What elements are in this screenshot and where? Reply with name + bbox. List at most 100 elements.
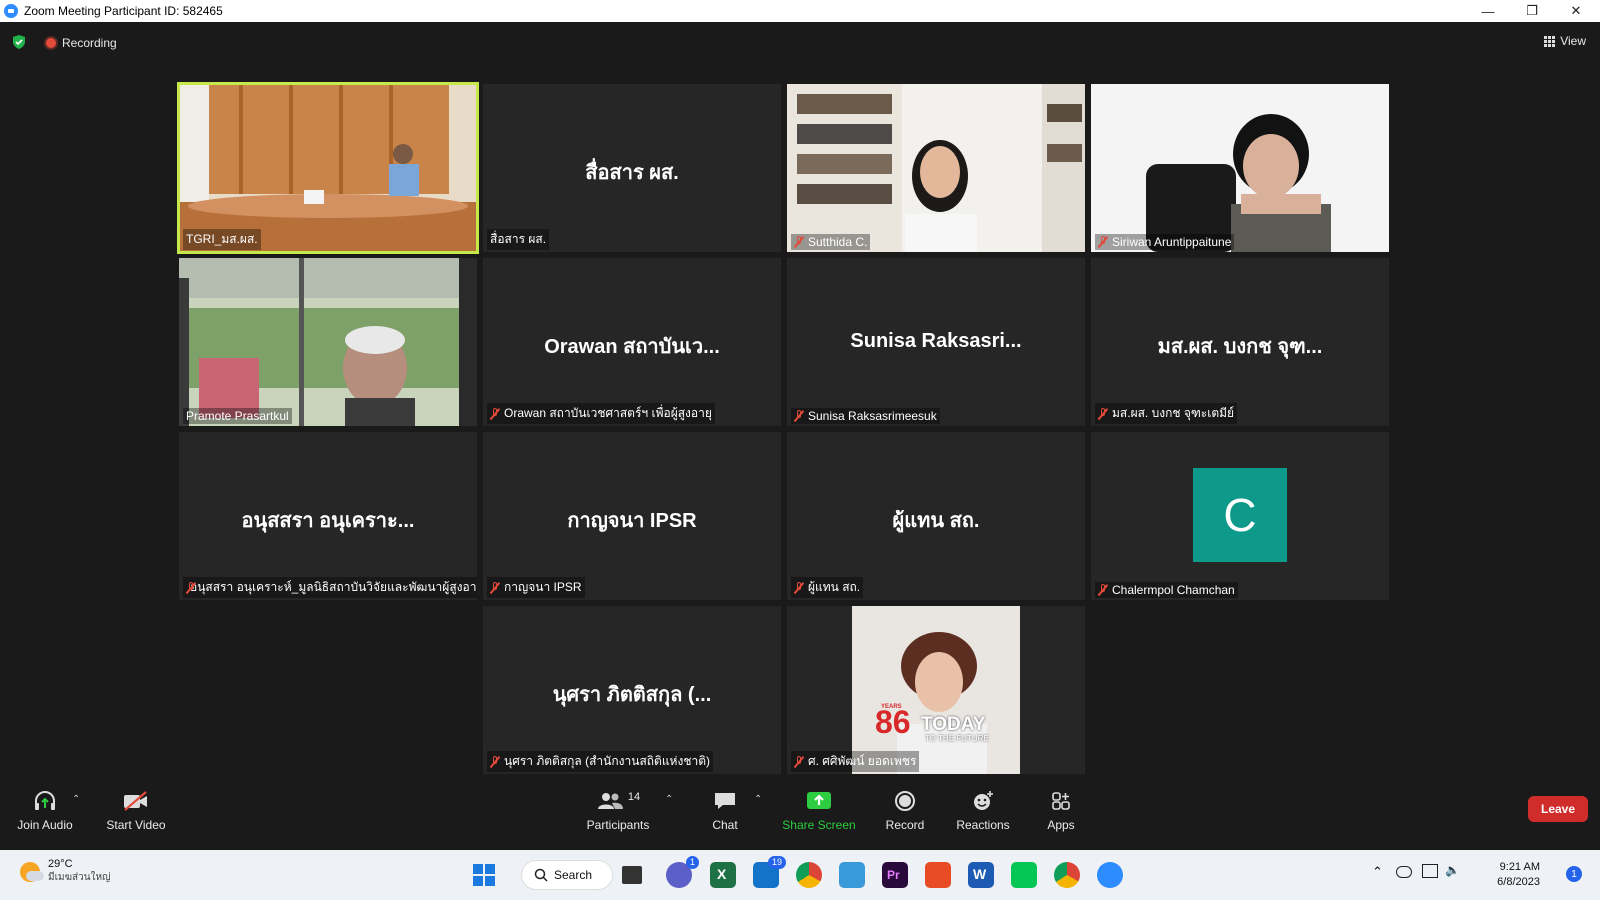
- participant-video: [179, 258, 477, 426]
- word-icon[interactable]: W: [968, 862, 994, 888]
- chrome-profile-icon[interactable]: [1054, 862, 1080, 888]
- share-screen-button[interactable]: Share Screen: [782, 788, 856, 832]
- participant-video: [179, 84, 477, 252]
- chat-label: Chat: [712, 818, 738, 832]
- meeting-top-bar: Recording View: [0, 22, 1600, 62]
- mail-icon[interactable]: 19: [753, 856, 786, 888]
- participant-name: ผู้แทน สถ.: [791, 577, 864, 598]
- start-button[interactable]: [471, 862, 497, 888]
- teams-chat-icon[interactable]: 1: [666, 856, 699, 888]
- network-icon[interactable]: [1422, 864, 1438, 878]
- start-video-button[interactable]: Start Video: [104, 788, 168, 832]
- recording-label: Recording: [62, 36, 117, 50]
- video-tile[interactable]: Pramote Prasartkul: [179, 258, 477, 426]
- minimize-button[interactable]: —: [1466, 0, 1510, 22]
- share-screen-icon: [807, 792, 831, 809]
- recording-dot-icon: [46, 38, 56, 48]
- participant-name: กาญจนา IPSR: [487, 577, 585, 598]
- reactions-icon: [974, 791, 993, 810]
- muted-mic-icon: [794, 236, 804, 248]
- participant-tile[interactable]: มส.ผส. บงกช จุฑ... มส.ผส. บงกช จุฑะเตมีย…: [1091, 258, 1389, 426]
- weather-temp: 29°C: [48, 858, 73, 870]
- premiere-pro-icon[interactable]: Pr: [882, 862, 908, 888]
- weather-widget[interactable]: 29°C มีเมฆส่วนใหญ่: [20, 858, 111, 885]
- office-icon[interactable]: [925, 862, 951, 888]
- window-title: Zoom Meeting Participant ID: 582465: [24, 4, 223, 18]
- today-overlay-text: TODAY: [921, 714, 986, 735]
- participant-tile[interactable]: อนุสสรา อนุเคราะ... อนุสสรา อนุเคราะห์_ม…: [179, 432, 477, 600]
- video-tile[interactable]: Siriwan Aruntippaitune: [1091, 84, 1389, 252]
- participant-tile[interactable]: Sunisa Raksasri... Sunisa Raksasrimeesuk: [787, 258, 1085, 426]
- muted-mic-icon: [1098, 407, 1108, 420]
- participant-name: Sunisa Raksasrimeesuk: [791, 408, 940, 424]
- line-icon[interactable]: [1011, 862, 1037, 888]
- participant-display-name: นุศรา ภิตติสกุล (...: [552, 684, 712, 706]
- audio-options-chevron-icon[interactable]: ⌃: [72, 794, 80, 805]
- zoom-taskbar-icon[interactable]: [1097, 862, 1123, 888]
- onedrive-icon[interactable]: [1396, 866, 1412, 878]
- apps-label: Apps: [1047, 818, 1075, 832]
- participant-name: Pramote Prasartkul: [183, 408, 292, 424]
- participant-tile[interactable]: Orawan สถาบันเว... Orawan สถาบันเวชศาสตร…: [483, 258, 781, 426]
- participant-video: [787, 84, 1085, 252]
- windows-start-icon: [473, 864, 495, 886]
- participant-tile[interactable]: C Chalermpol Chamchan: [1091, 432, 1389, 600]
- recording-indicator[interactable]: Recording: [46, 36, 117, 50]
- participant-tile[interactable]: นุศรา ภิตติสกุล (... นุศรา ภิตติสกุล (สำ…: [483, 606, 781, 774]
- participants-count: 14: [627, 791, 641, 803]
- participant-name: มส.ผส. บงกช จุฑะเตมีย์: [1095, 403, 1238, 424]
- participant-video: [1091, 84, 1389, 252]
- muted-mic-icon: [794, 581, 804, 594]
- participants-options-chevron-icon[interactable]: ⌃: [665, 794, 673, 805]
- weather-cloudy-icon: [20, 861, 44, 882]
- chat-options-chevron-icon[interactable]: ⌃: [754, 794, 762, 805]
- leave-button[interactable]: Leave: [1528, 796, 1588, 822]
- participant-tile[interactable]: กาญจนา IPSR กาญจนา IPSR: [483, 432, 781, 600]
- grid-view-icon: [1544, 35, 1556, 47]
- close-button[interactable]: ✕: [1554, 0, 1598, 22]
- participant-name: TGRI_มส.ผส.: [183, 229, 261, 250]
- participant-video: [787, 606, 1085, 774]
- anniversary-years: YEARS: [881, 704, 902, 710]
- headphones-icon: [35, 791, 55, 810]
- title-bar: Zoom Meeting Participant ID: 582465 — ❐ …: [0, 0, 1600, 22]
- encryption-shield-icon[interactable]: [12, 35, 26, 49]
- record-button[interactable]: Record: [880, 788, 930, 832]
- apps-icon: [1052, 792, 1070, 810]
- video-tile[interactable]: Sutthida C.: [787, 84, 1085, 252]
- remote-desktop-icon[interactable]: [839, 862, 865, 888]
- weather-desc: มีเมฆส่วนใหญ่: [48, 872, 111, 883]
- record-label: Record: [885, 818, 925, 832]
- view-button[interactable]: View: [1544, 34, 1586, 48]
- participant-name: อนุสสรา อนุเคราะห์_มูลนิธิสถาบันวิจัยและ…: [183, 577, 477, 598]
- share-screen-label: Share Screen: [782, 818, 856, 832]
- join-audio-button[interactable]: Join Audio: [14, 788, 76, 832]
- search-label: Search: [554, 868, 593, 882]
- apps-button[interactable]: Apps: [1040, 788, 1082, 832]
- chrome-icon[interactable]: [796, 862, 822, 888]
- participant-display-name: Orawan สถาบันเว...: [544, 336, 720, 358]
- clock[interactable]: 9:21 AM 6/8/2023: [1497, 860, 1540, 890]
- participant-tile[interactable]: ผู้แทน สถ. ผู้แทน สถ.: [787, 432, 1085, 600]
- participant-display-name: มส.ผส. บงกช จุฑ...: [1157, 336, 1323, 358]
- video-tile[interactable]: TGRI_มส.ผส.: [177, 82, 479, 254]
- notification-badge[interactable]: 1: [1566, 866, 1582, 882]
- join-audio-label: Join Audio: [17, 818, 73, 832]
- muted-mic-icon: [794, 755, 804, 768]
- excel-icon[interactable]: X: [710, 862, 736, 888]
- tray-overflow-chevron-icon[interactable]: ⌃: [1372, 864, 1383, 880]
- restore-button[interactable]: ❐: [1510, 0, 1554, 22]
- task-view-icon[interactable]: [622, 866, 642, 884]
- zoom-logo-icon: [4, 4, 18, 18]
- anniversary-number: 86: [875, 704, 911, 740]
- participants-button[interactable]: 14 Participants: [584, 788, 652, 832]
- volume-icon[interactable]: 🔈: [1445, 863, 1460, 877]
- reactions-button[interactable]: Reactions: [952, 788, 1014, 832]
- taskbar-search[interactable]: Search: [521, 860, 613, 890]
- participant-name: Orawan สถาบันเวชศาสตร์ฯ เพื่อผู้สูงอายุ: [487, 403, 715, 424]
- participants-label: Participants: [586, 818, 650, 832]
- participant-display-name: สื่อสาร ผส.: [585, 162, 679, 184]
- participant-tile[interactable]: สื่อสาร ผส. สื่อสาร ผส.: [483, 84, 781, 252]
- video-tile[interactable]: 86 YEARS TODAY TO THE FUTURE ศ. ศศิพัฒน์…: [787, 606, 1085, 774]
- chat-button[interactable]: Chat: [702, 788, 748, 832]
